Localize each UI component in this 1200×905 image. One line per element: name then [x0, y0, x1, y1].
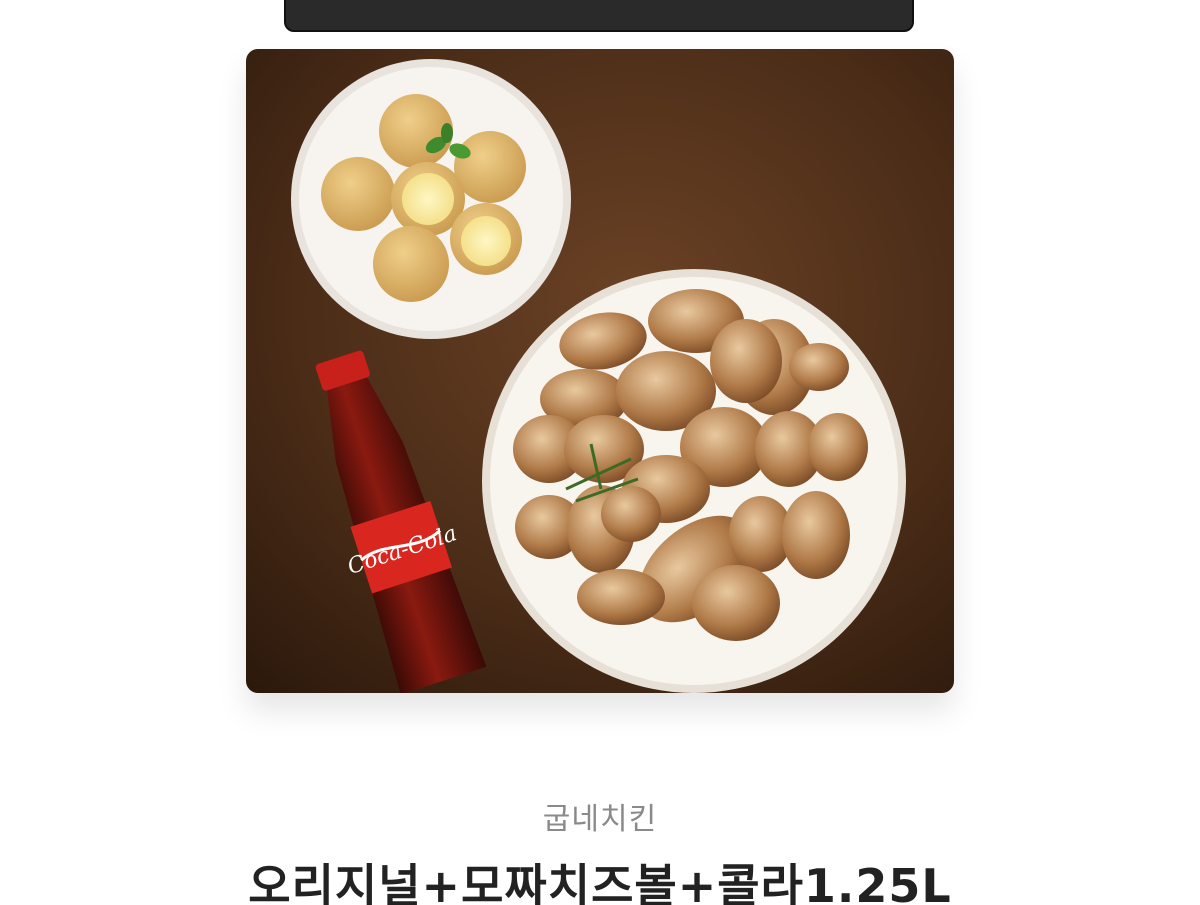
chicken-plate [482, 269, 906, 693]
product-name: 오리지널+모짜치즈볼+콜라1.25L [248, 859, 952, 905]
gift-detail-page: Coca-Cola 굽네치킨 오리지널+모짜치즈볼+콜라1.25L [0, 0, 1200, 905]
cheese-ball-plate [291, 59, 571, 339]
product-image: Coca-Cola [246, 49, 954, 693]
top-dark-banner [284, 0, 914, 32]
brand-name: 굽네치킨 [542, 802, 658, 837]
